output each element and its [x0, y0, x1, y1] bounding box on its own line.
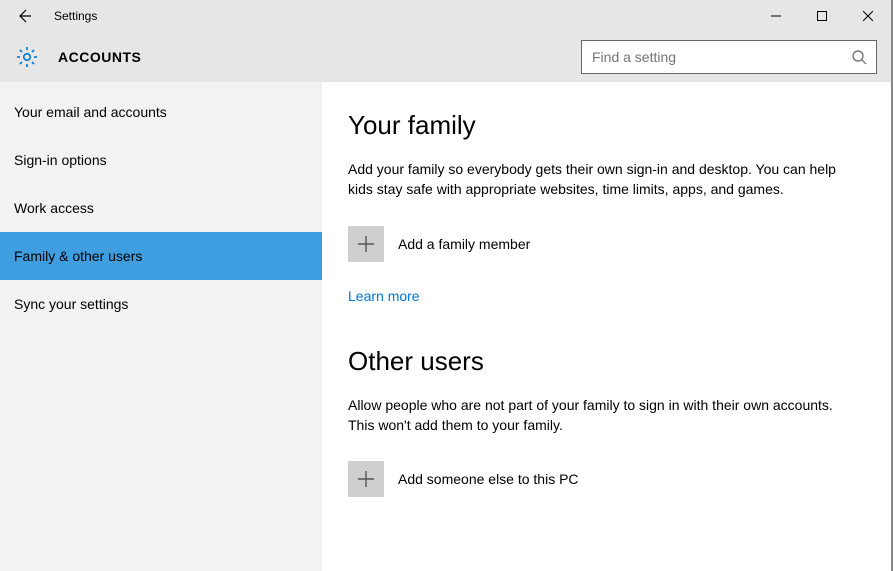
minimize-icon	[771, 11, 781, 21]
sidebar-item-label: Sync your settings	[14, 296, 128, 312]
add-other-user-button[interactable]: Add someone else to this PC	[348, 461, 865, 497]
plus-icon-button	[348, 226, 384, 262]
settings-window: Settings ACC	[0, 0, 893, 571]
gear-icon	[15, 45, 39, 69]
sidebar-item-email-accounts[interactable]: Your email and accounts	[0, 88, 322, 136]
window-title: Settings	[54, 9, 97, 23]
section-description-others: Allow people who are not part of your fa…	[348, 395, 838, 436]
search-input[interactable]	[582, 49, 842, 65]
header: ACCOUNTS	[0, 32, 891, 82]
back-button[interactable]	[0, 0, 48, 32]
sidebar-item-work-access[interactable]: Work access	[0, 184, 322, 232]
breadcrumb: ACCOUNTS	[58, 49, 141, 65]
search-box[interactable]	[581, 40, 877, 74]
search-icon	[851, 49, 867, 65]
maximize-button[interactable]	[799, 0, 845, 32]
sidebar-item-label: Sign-in options	[14, 152, 107, 168]
add-family-member-button[interactable]: Add a family member	[348, 226, 865, 262]
close-button[interactable]	[845, 0, 891, 32]
add-other-label: Add someone else to this PC	[398, 471, 579, 487]
sidebar-item-family-other-users[interactable]: Family & other users	[0, 232, 322, 280]
sidebar-item-signin-options[interactable]: Sign-in options	[0, 136, 322, 184]
minimize-button[interactable]	[753, 0, 799, 32]
add-family-label: Add a family member	[398, 236, 530, 252]
maximize-icon	[817, 11, 827, 21]
sidebar-item-sync-settings[interactable]: Sync your settings	[0, 280, 322, 328]
plus-icon	[357, 470, 375, 488]
sidebar: Your email and accounts Sign-in options …	[0, 82, 322, 571]
search-icon-button[interactable]	[842, 49, 876, 65]
window-controls	[753, 0, 891, 32]
sidebar-item-label: Your email and accounts	[14, 104, 167, 120]
sidebar-item-label: Family & other users	[14, 248, 142, 264]
plus-icon-button	[348, 461, 384, 497]
titlebar: Settings	[0, 0, 891, 32]
sidebar-item-label: Work access	[14, 200, 94, 216]
settings-gear-icon	[14, 44, 40, 70]
section-heading-family: Your family	[348, 110, 865, 141]
section-description-family: Add your family so everybody gets their …	[348, 159, 838, 200]
learn-more-link[interactable]: Learn more	[348, 288, 420, 304]
close-icon	[863, 11, 873, 21]
plus-icon	[357, 235, 375, 253]
section-heading-others: Other users	[348, 346, 865, 377]
content-panel: Your family Add your family so everybody…	[322, 82, 891, 571]
arrow-left-icon	[16, 8, 32, 24]
body: Your email and accounts Sign-in options …	[0, 82, 891, 571]
